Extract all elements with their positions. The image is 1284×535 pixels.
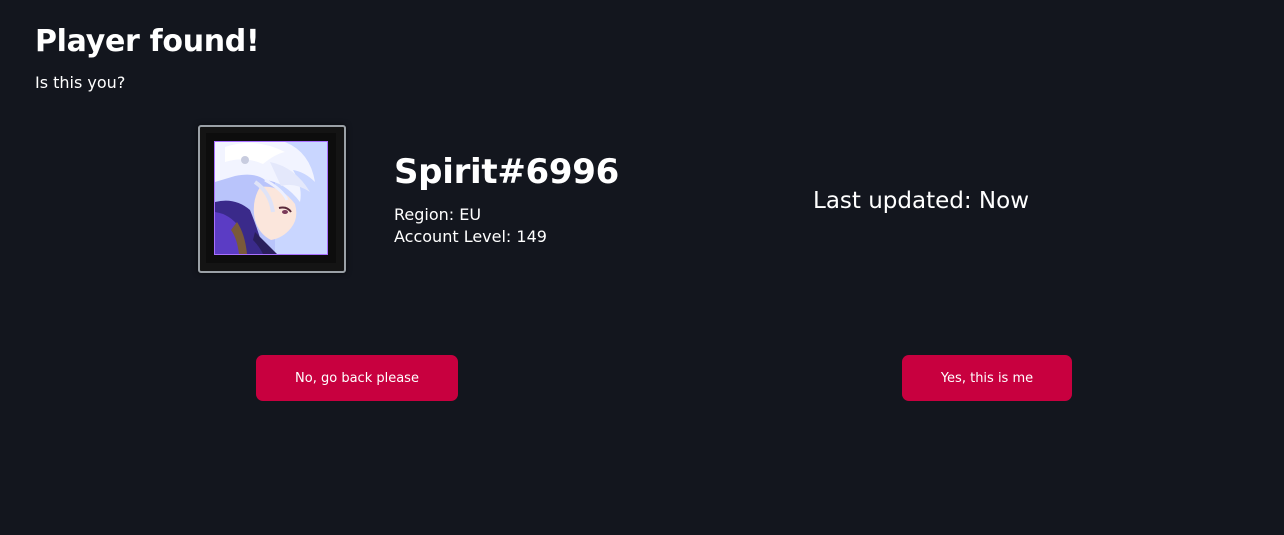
player-region: Region: EU	[394, 205, 482, 224]
player-account-level: Account Level: 149	[394, 227, 547, 246]
player-avatar	[214, 141, 328, 255]
player-card-inner	[206, 133, 336, 263]
go-back-button[interactable]: No, go back please	[256, 355, 458, 401]
avatar-portrait-image	[215, 142, 327, 254]
player-card-frame	[198, 125, 346, 273]
last-updated-text: Last updated: Now	[813, 188, 1030, 214]
player-name: Spirit#6996	[394, 152, 619, 192]
confirm-player-button[interactable]: Yes, this is me	[902, 355, 1072, 401]
page-subtitle: Is this you?	[35, 73, 126, 92]
page-title: Player found!	[35, 24, 260, 59]
